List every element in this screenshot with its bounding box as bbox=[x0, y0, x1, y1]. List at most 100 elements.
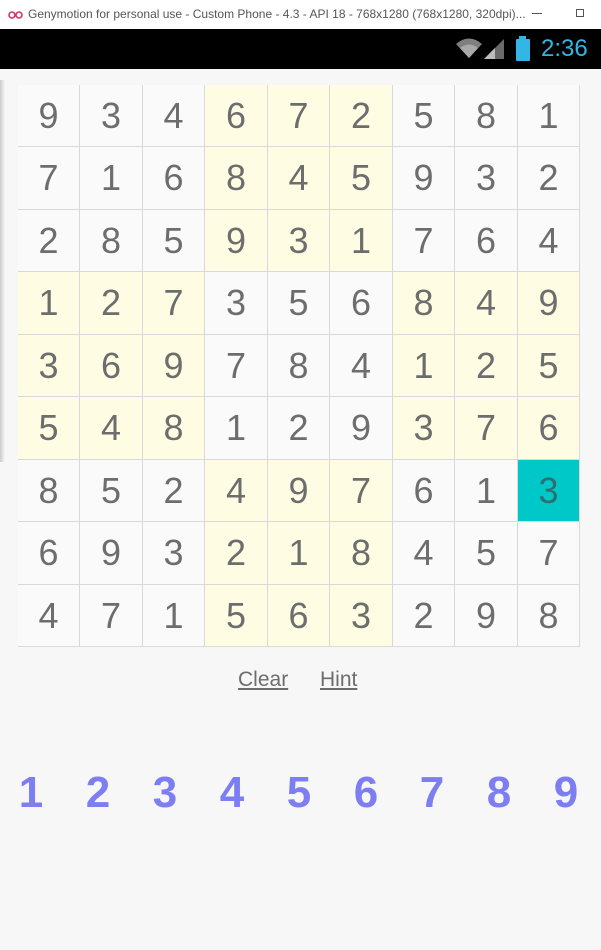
drawer-edge-shadow[interactable] bbox=[0, 80, 5, 462]
clear-button[interactable]: Clear bbox=[238, 668, 288, 692]
sudoku-cell[interactable]: 5 bbox=[455, 522, 518, 585]
maximize-icon bbox=[576, 9, 584, 17]
sudoku-cell[interactable]: 4 bbox=[80, 397, 143, 460]
sudoku-cell[interactable]: 2 bbox=[330, 85, 393, 147]
sudoku-cell[interactable]: 6 bbox=[393, 460, 455, 522]
sudoku-cell[interactable]: 9 bbox=[455, 585, 518, 647]
sudoku-cell[interactable]: 4 bbox=[205, 460, 268, 522]
sudoku-cell[interactable]: 5 bbox=[518, 335, 580, 397]
number-pad-button[interactable]: 6 bbox=[346, 768, 386, 818]
sudoku-cell[interactable]: 2 bbox=[205, 522, 268, 585]
sudoku-cell[interactable]: 2 bbox=[455, 335, 518, 397]
number-pad-button[interactable]: 3 bbox=[145, 768, 185, 818]
sudoku-cell[interactable]: 1 bbox=[268, 522, 330, 585]
sudoku-cell[interactable]: 5 bbox=[393, 85, 455, 147]
sudoku-cell[interactable]: 2 bbox=[143, 460, 205, 522]
sudoku-cell[interactable]: 5 bbox=[330, 147, 393, 210]
sudoku-cell[interactable]: 1 bbox=[518, 85, 580, 147]
sudoku-cell[interactable]: 5 bbox=[205, 585, 268, 647]
sudoku-cell[interactable]: 4 bbox=[143, 85, 205, 147]
sudoku-cell[interactable]: 8 bbox=[330, 522, 393, 585]
sudoku-cell[interactable]: 6 bbox=[268, 585, 330, 647]
sudoku-cell[interactable]: 8 bbox=[205, 147, 268, 210]
sudoku-cell[interactable]: 5 bbox=[143, 210, 205, 272]
sudoku-cell[interactable]: 3 bbox=[455, 147, 518, 210]
sudoku-cell[interactable]: 9 bbox=[205, 210, 268, 272]
sudoku-cell[interactable]: 7 bbox=[268, 85, 330, 147]
sudoku-cell[interactable]: 8 bbox=[455, 85, 518, 147]
number-pad-button[interactable]: 4 bbox=[212, 768, 252, 818]
sudoku-cell[interactable]: 2 bbox=[518, 147, 580, 210]
sudoku-cell[interactable]: 7 bbox=[80, 585, 143, 647]
sudoku-cell[interactable]: 9 bbox=[18, 85, 80, 147]
sudoku-cell[interactable]: 3 bbox=[80, 85, 143, 147]
sudoku-cell[interactable]: 2 bbox=[80, 272, 143, 335]
sudoku-cell[interactable]: 6 bbox=[143, 147, 205, 210]
sudoku-cell[interactable]: 3 bbox=[393, 397, 455, 460]
sudoku-cell[interactable]: 1 bbox=[205, 397, 268, 460]
sudoku-cell[interactable]: 1 bbox=[143, 585, 205, 647]
hint-button[interactable]: Hint bbox=[320, 668, 357, 692]
sudoku-cell[interactable]: 4 bbox=[393, 522, 455, 585]
battery-icon bbox=[514, 36, 532, 67]
sudoku-cell[interactable]: 3 bbox=[268, 210, 330, 272]
sudoku-cell[interactable]: 4 bbox=[330, 335, 393, 397]
sudoku-cell[interactable]: 2 bbox=[393, 585, 455, 647]
sudoku-cell[interactable]: 6 bbox=[205, 85, 268, 147]
action-bar: Clear Hint bbox=[0, 668, 601, 696]
number-pad-button[interactable]: 1 bbox=[11, 768, 51, 818]
sudoku-cell[interactable]: 2 bbox=[18, 210, 80, 272]
sudoku-cell[interactable]: 3 bbox=[330, 585, 393, 647]
sudoku-cell[interactable]: 7 bbox=[143, 272, 205, 335]
sudoku-cell[interactable]: 9 bbox=[268, 460, 330, 522]
sudoku-cell[interactable]: 8 bbox=[268, 335, 330, 397]
sudoku-cell[interactable]: 5 bbox=[80, 460, 143, 522]
sudoku-cell[interactable]: 5 bbox=[18, 397, 80, 460]
sudoku-cell[interactable]: 9 bbox=[80, 522, 143, 585]
sudoku-cell[interactable]: 1 bbox=[393, 335, 455, 397]
sudoku-cell[interactable]: 3 bbox=[205, 272, 268, 335]
sudoku-cell[interactable]: 8 bbox=[80, 210, 143, 272]
number-pad-button[interactable]: 9 bbox=[546, 768, 586, 818]
minimize-button[interactable] bbox=[527, 4, 547, 22]
sudoku-grid: 9346725817168459322859317641273568493697… bbox=[18, 85, 580, 647]
sudoku-cell[interactable]: 7 bbox=[205, 335, 268, 397]
sudoku-cell[interactable]: 5 bbox=[268, 272, 330, 335]
sudoku-cell[interactable]: 7 bbox=[393, 210, 455, 272]
sudoku-cell[interactable]: 9 bbox=[330, 397, 393, 460]
sudoku-cell-selected[interactable]: 3 bbox=[518, 460, 580, 522]
sudoku-cell[interactable]: 9 bbox=[143, 335, 205, 397]
number-pad-button[interactable]: 2 bbox=[78, 768, 118, 818]
sudoku-cell[interactable]: 7 bbox=[455, 397, 518, 460]
minimize-icon bbox=[532, 12, 542, 14]
sudoku-cell[interactable]: 3 bbox=[18, 335, 80, 397]
sudoku-cell[interactable]: 3 bbox=[143, 522, 205, 585]
sudoku-cell[interactable]: 1 bbox=[330, 210, 393, 272]
sudoku-cell[interactable]: 8 bbox=[518, 585, 580, 647]
number-pad-button[interactable]: 5 bbox=[279, 768, 319, 818]
sudoku-cell[interactable]: 6 bbox=[18, 522, 80, 585]
sudoku-cell[interactable]: 2 bbox=[268, 397, 330, 460]
number-pad-button[interactable]: 8 bbox=[479, 768, 519, 818]
sudoku-cell[interactable]: 9 bbox=[393, 147, 455, 210]
sudoku-cell[interactable]: 6 bbox=[330, 272, 393, 335]
sudoku-cell[interactable]: 9 bbox=[518, 272, 580, 335]
sudoku-cell[interactable]: 6 bbox=[80, 335, 143, 397]
sudoku-cell[interactable]: 4 bbox=[518, 210, 580, 272]
sudoku-cell[interactable]: 7 bbox=[330, 460, 393, 522]
sudoku-cell[interactable]: 1 bbox=[18, 272, 80, 335]
sudoku-cell[interactable]: 4 bbox=[455, 272, 518, 335]
sudoku-cell[interactable]: 7 bbox=[18, 147, 80, 210]
sudoku-cell[interactable]: 8 bbox=[393, 272, 455, 335]
sudoku-cell[interactable]: 8 bbox=[18, 460, 80, 522]
sudoku-cell[interactable]: 7 bbox=[518, 522, 580, 585]
sudoku-cell[interactable]: 6 bbox=[455, 210, 518, 272]
sudoku-cell[interactable]: 8 bbox=[143, 397, 205, 460]
maximize-button[interactable] bbox=[570, 4, 590, 22]
sudoku-cell[interactable]: 1 bbox=[80, 147, 143, 210]
sudoku-cell[interactable]: 6 bbox=[518, 397, 580, 460]
sudoku-cell[interactable]: 4 bbox=[18, 585, 80, 647]
sudoku-cell[interactable]: 1 bbox=[455, 460, 518, 522]
number-pad-button[interactable]: 7 bbox=[412, 768, 452, 818]
sudoku-cell[interactable]: 4 bbox=[268, 147, 330, 210]
